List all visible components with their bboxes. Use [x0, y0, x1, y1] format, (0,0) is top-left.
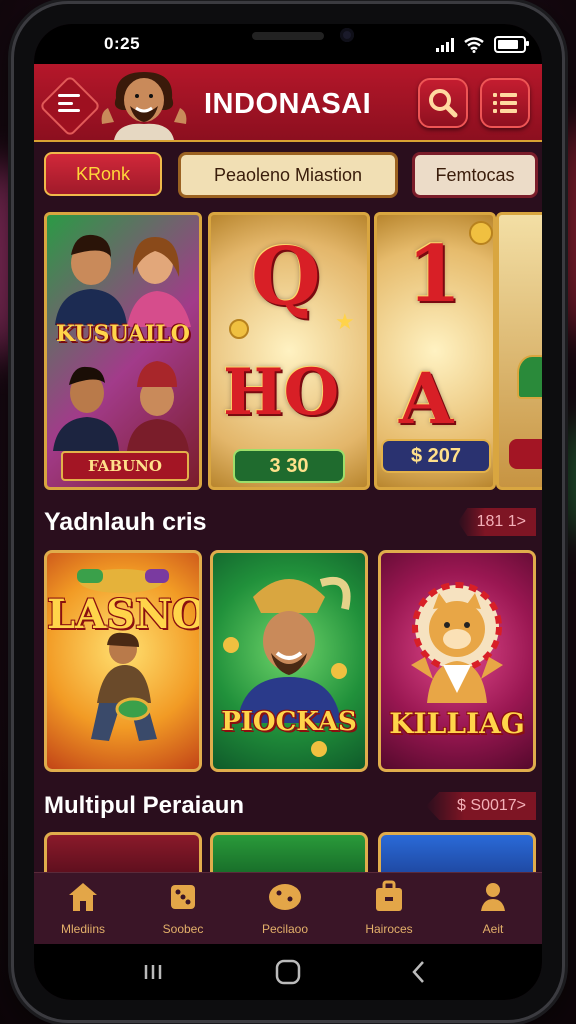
- game-tile-lasno[interactable]: LASNO: [44, 550, 202, 772]
- nav-item-pecilaoo[interactable]: Pecilaoo: [240, 879, 330, 936]
- home-button-icon[interactable]: [272, 956, 304, 988]
- character-art: [53, 234, 191, 451]
- nav-item-hairoces[interactable]: Hairoces: [344, 879, 434, 936]
- nav-label: Pecilaoo: [261, 922, 309, 936]
- slot-reel-card[interactable]: Q HO ★ 3 30: [208, 212, 370, 490]
- battery-icon: [494, 36, 529, 53]
- dice-icon: [171, 885, 195, 909]
- phone-frame: 0:25 INDONASAI KRonk Peaoleno Miastion F…: [14, 4, 562, 1020]
- tab-peaoleno-miastion[interactable]: Peaoleno Miastion: [178, 152, 398, 198]
- slot-card-partial[interactable]: [496, 212, 542, 490]
- reel-symbol-1: 1: [407, 229, 462, 320]
- signal-icon: [436, 37, 454, 52]
- reel-value-badge: 3 30: [233, 449, 345, 483]
- wifi-icon: [464, 36, 484, 53]
- star-icon: ★: [335, 309, 355, 334]
- reel-symbol-a: A: [399, 357, 454, 440]
- tab-kronk[interactable]: KRonk: [44, 152, 162, 196]
- list-menu-button[interactable]: [480, 78, 530, 128]
- nav-label: Aeit: [482, 922, 504, 936]
- app-screen: 0:25 INDONASAI KRonk Peaoleno Miastion F…: [34, 24, 542, 1000]
- adventurer-art: [77, 569, 169, 741]
- nav-label: Soobec: [162, 922, 204, 936]
- tile-name: LASNO: [47, 591, 202, 638]
- home-icon: [69, 883, 97, 911]
- mascot-avatar: [101, 72, 187, 140]
- app-header: INDONASAI: [34, 64, 542, 142]
- nav-item-home[interactable]: Mlediins: [38, 879, 128, 936]
- reel-value-badge-2: $ 207: [381, 439, 491, 473]
- reel-symbol-q: Q: [251, 229, 321, 323]
- nav-item-soobec[interactable]: Soobec: [138, 879, 228, 936]
- status-bar: 0:25: [34, 24, 542, 64]
- reel-value-badge-3: [509, 439, 542, 469]
- nav-item-aeit[interactable]: Aeit: [448, 879, 538, 936]
- recent-apps-icon[interactable]: [138, 957, 168, 987]
- slot-card-kusuailo[interactable]: KUSUAILO FABUNO: [44, 212, 202, 490]
- front-camera: [340, 28, 354, 42]
- nav-label: Hairoces: [365, 922, 413, 936]
- slot-reel-card-2[interactable]: 1 A $ 207: [374, 212, 496, 490]
- coin-icon: [469, 221, 493, 245]
- section-more-pill[interactable]: 181 1>: [458, 508, 536, 536]
- card-title: KUSUAILO: [56, 321, 190, 347]
- section-title-multipul: Multipul Peraiaun: [44, 792, 245, 819]
- briefcase-icon: [376, 880, 402, 911]
- list-icon: [493, 93, 517, 113]
- search-button[interactable]: [418, 78, 468, 128]
- search-icon: [429, 89, 458, 118]
- nav-label: Mlediins: [60, 922, 105, 936]
- tile-name: KILLIAG: [389, 707, 525, 740]
- coin-icon: [229, 319, 249, 339]
- back-icon[interactable]: [404, 957, 434, 987]
- hamburger-icon: [58, 94, 80, 112]
- reel-symbol-ho: HO: [223, 355, 340, 430]
- person-icon: [481, 883, 505, 911]
- app-title: INDONASAI: [204, 88, 372, 120]
- bottom-nav: Mlediins Soobec Pecilaoo Hairoces Aeit: [34, 872, 542, 945]
- section-title-yadnlauh: Yadnlauh cris: [44, 508, 207, 536]
- speaker-notch: [252, 32, 324, 40]
- system-nav-bar: [34, 944, 542, 1000]
- status-icons: [436, 36, 529, 53]
- card-banner: FABUNO: [61, 451, 189, 481]
- game-tile-piockas[interactable]: PIOCKAS: [210, 550, 368, 772]
- cookie-icon: [269, 884, 301, 910]
- tab-femtocas[interactable]: Femtocas: [412, 152, 538, 198]
- tile-name: PIOCKAS: [221, 707, 357, 737]
- status-time: 0:25: [104, 34, 141, 53]
- clover-icon: [517, 355, 542, 399]
- section-more-pill-2[interactable]: $ S0017>: [426, 792, 536, 820]
- game-tile-killiag[interactable]: KILLIAG: [378, 550, 536, 772]
